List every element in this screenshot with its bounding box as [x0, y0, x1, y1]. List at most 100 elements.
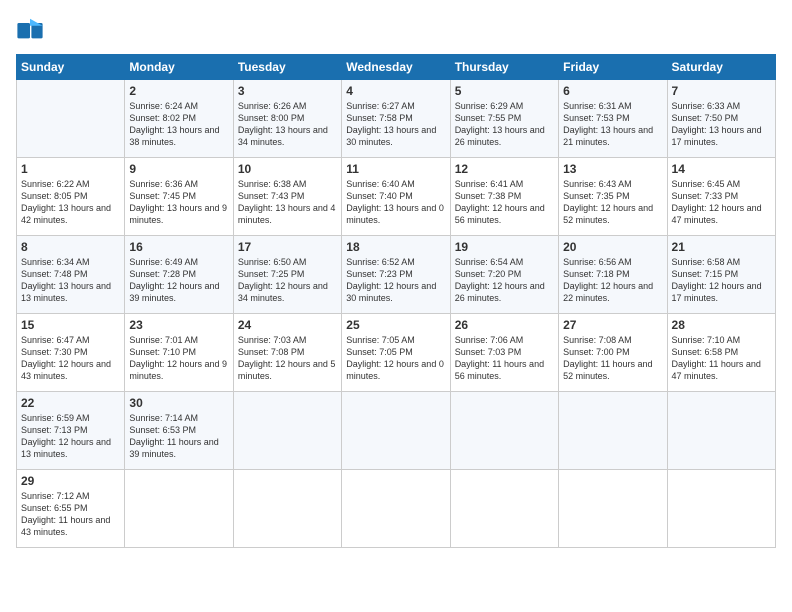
cell-content: Sunrise: 6:43 AMSunset: 7:35 PMDaylight:…	[563, 178, 662, 227]
cell-content: Sunrise: 6:34 AMSunset: 7:48 PMDaylight:…	[21, 256, 120, 305]
day-number: 22	[21, 396, 120, 410]
calendar-cell: 16 Sunrise: 6:49 AMSunset: 7:28 PMDayligh…	[125, 236, 233, 314]
cell-content: Sunrise: 6:31 AMSunset: 7:53 PMDaylight:…	[563, 100, 662, 149]
calendar-week-row: 15 Sunrise: 6:47 AMSunset: 7:30 PMDayligh…	[17, 314, 776, 392]
day-number: 5	[455, 84, 554, 98]
calendar-week-row: 22 Sunrise: 6:59 AMSunset: 7:13 PMDayligh…	[17, 392, 776, 470]
calendar-cell	[559, 392, 667, 470]
calendar-table: SundayMondayTuesdayWednesdayThursdayFrid…	[16, 54, 776, 548]
calendar-cell: 24 Sunrise: 7:03 AMSunset: 7:08 PMDayligh…	[233, 314, 341, 392]
day-number: 24	[238, 318, 337, 332]
cell-content: Sunrise: 6:27 AMSunset: 7:58 PMDaylight:…	[346, 100, 445, 149]
day-number: 26	[455, 318, 554, 332]
day-number: 7	[672, 84, 771, 98]
weekday-header-tuesday: Tuesday	[233, 55, 341, 80]
calendar-cell: 11Sunrise: 6:40 AMSunset: 7:40 PMDayligh…	[342, 158, 450, 236]
cell-content: Sunrise: 6:59 AMSunset: 7:13 PMDaylight:…	[21, 412, 120, 461]
calendar-cell: 20Sunrise: 6:56 AMSunset: 7:18 PMDayligh…	[559, 236, 667, 314]
cell-content: Sunrise: 7:12 AMSunset: 6:55 PMDaylight:…	[21, 490, 120, 539]
calendar-cell: 25 Sunrise: 7:05 AMSunset: 7:05 PMDayligh…	[342, 314, 450, 392]
calendar-cell: 1Sunrise: 6:22 AMSunset: 8:05 PMDaylight…	[17, 158, 125, 236]
day-number: 16	[129, 240, 228, 254]
calendar-cell: 30Sunrise: 7:14 AMSunset: 6:53 PMDayligh…	[125, 392, 233, 470]
cell-content: Sunrise: 6:24 AMSunset: 8:02 PMDaylight:…	[129, 100, 228, 149]
calendar-cell	[233, 470, 341, 548]
calendar-cell: 22 Sunrise: 6:59 AMSunset: 7:13 PMDayligh…	[17, 392, 125, 470]
calendar-cell	[667, 470, 775, 548]
calendar-cell	[17, 80, 125, 158]
cell-content: Sunrise: 6:41 AMSunset: 7:38 PMDaylight:…	[455, 178, 554, 227]
day-number: 13	[563, 162, 662, 176]
calendar-cell: 29 Sunrise: 7:12 AMSunset: 6:55 PMDayligh…	[17, 470, 125, 548]
calendar-cell: 12 Sunrise: 6:41 AMSunset: 7:38 PMDayligh…	[450, 158, 558, 236]
day-number: 6	[563, 84, 662, 98]
logo	[16, 16, 48, 44]
weekday-header-wednesday: Wednesday	[342, 55, 450, 80]
calendar-week-row: 29 Sunrise: 7:12 AMSunset: 6:55 PMDayligh…	[17, 470, 776, 548]
calendar-week-row: 8 Sunrise: 6:34 AMSunset: 7:48 PMDaylight…	[17, 236, 776, 314]
cell-content: Sunrise: 7:10 AMSunset: 6:58 PMDaylight:…	[672, 334, 771, 383]
calendar-cell: 19Sunrise: 6:54 AMSunset: 7:20 PMDayligh…	[450, 236, 558, 314]
cell-content: Sunrise: 7:05 AMSunset: 7:05 PMDaylight:…	[346, 334, 445, 383]
day-number: 27	[563, 318, 662, 332]
day-number: 29	[21, 474, 120, 488]
cell-content: Sunrise: 6:29 AMSunset: 7:55 PMDaylight:…	[455, 100, 554, 149]
calendar-cell: 14 Sunrise: 6:45 AMSunset: 7:33 PMDayligh…	[667, 158, 775, 236]
calendar-cell: 6 Sunrise: 6:31 AMSunset: 7:53 PMDaylight…	[559, 80, 667, 158]
calendar-cell	[450, 392, 558, 470]
cell-content: Sunrise: 7:03 AMSunset: 7:08 PMDaylight:…	[238, 334, 337, 383]
calendar-cell: 27 Sunrise: 7:08 AMSunset: 7:00 PMDayligh…	[559, 314, 667, 392]
cell-content: Sunrise: 6:58 AMSunset: 7:15 PMDaylight:…	[672, 256, 771, 305]
calendar-cell: 8 Sunrise: 6:34 AMSunset: 7:48 PMDaylight…	[17, 236, 125, 314]
day-number: 15	[21, 318, 120, 332]
calendar-cell	[125, 470, 233, 548]
day-number: 9	[129, 162, 228, 176]
cell-content: Sunrise: 6:36 AMSunset: 7:45 PMDaylight:…	[129, 178, 228, 227]
cell-content: Sunrise: 7:01 AMSunset: 7:10 PMDaylight:…	[129, 334, 228, 383]
day-number: 19	[455, 240, 554, 254]
calendar-cell	[233, 392, 341, 470]
cell-content: Sunrise: 6:33 AMSunset: 7:50 PMDaylight:…	[672, 100, 771, 149]
calendar-cell	[450, 470, 558, 548]
day-number: 10	[238, 162, 337, 176]
calendar-cell: 4 Sunrise: 6:27 AMSunset: 7:58 PMDaylight…	[342, 80, 450, 158]
calendar-cell: 26Sunrise: 7:06 AMSunset: 7:03 PMDayligh…	[450, 314, 558, 392]
cell-content: Sunrise: 6:49 AMSunset: 7:28 PMDaylight:…	[129, 256, 228, 305]
calendar-cell	[342, 470, 450, 548]
calendar-cell: 7 Sunrise: 6:33 AMSunset: 7:50 PMDaylight…	[667, 80, 775, 158]
day-number: 2	[129, 84, 228, 98]
day-number: 1	[21, 162, 120, 176]
day-number: 4	[346, 84, 445, 98]
cell-content: Sunrise: 7:08 AMSunset: 7:00 PMDaylight:…	[563, 334, 662, 383]
calendar-cell: 23Sunrise: 7:01 AMSunset: 7:10 PMDayligh…	[125, 314, 233, 392]
day-number: 14	[672, 162, 771, 176]
cell-content: Sunrise: 6:56 AMSunset: 7:18 PMDaylight:…	[563, 256, 662, 305]
day-number: 25	[346, 318, 445, 332]
calendar-week-row: 1Sunrise: 6:22 AMSunset: 8:05 PMDaylight…	[17, 158, 776, 236]
header	[16, 16, 776, 44]
cell-content: Sunrise: 6:47 AMSunset: 7:30 PMDaylight:…	[21, 334, 120, 383]
calendar-cell: 9 Sunrise: 6:36 AMSunset: 7:45 PMDaylight…	[125, 158, 233, 236]
day-number: 21	[672, 240, 771, 254]
calendar-week-row: 2 Sunrise: 6:24 AMSunset: 8:02 PMDaylight…	[17, 80, 776, 158]
cell-content: Sunrise: 6:38 AMSunset: 7:43 PMDaylight:…	[238, 178, 337, 227]
calendar-cell	[667, 392, 775, 470]
calendar-cell: 5 Sunrise: 6:29 AMSunset: 7:55 PMDaylight…	[450, 80, 558, 158]
weekday-header-sunday: Sunday	[17, 55, 125, 80]
cell-content: Sunrise: 6:45 AMSunset: 7:33 PMDaylight:…	[672, 178, 771, 227]
page-container: SundayMondayTuesdayWednesdayThursdayFrid…	[0, 0, 792, 556]
day-number: 17	[238, 240, 337, 254]
cell-content: Sunrise: 6:50 AMSunset: 7:25 PMDaylight:…	[238, 256, 337, 305]
day-number: 12	[455, 162, 554, 176]
day-number: 18	[346, 240, 445, 254]
calendar-cell: 3Sunrise: 6:26 AMSunset: 8:00 PMDaylight…	[233, 80, 341, 158]
calendar-cell: 18 Sunrise: 6:52 AMSunset: 7:23 PMDayligh…	[342, 236, 450, 314]
day-number: 8	[21, 240, 120, 254]
logo-icon	[16, 16, 44, 44]
calendar-cell: 21 Sunrise: 6:58 AMSunset: 7:15 PMDayligh…	[667, 236, 775, 314]
cell-content: Sunrise: 6:52 AMSunset: 7:23 PMDaylight:…	[346, 256, 445, 305]
weekday-header-saturday: Saturday	[667, 55, 775, 80]
cell-content: Sunrise: 7:14 AMSunset: 6:53 PMDaylight:…	[129, 412, 228, 461]
calendar-cell	[342, 392, 450, 470]
calendar-cell: 28Sunrise: 7:10 AMSunset: 6:58 PMDayligh…	[667, 314, 775, 392]
